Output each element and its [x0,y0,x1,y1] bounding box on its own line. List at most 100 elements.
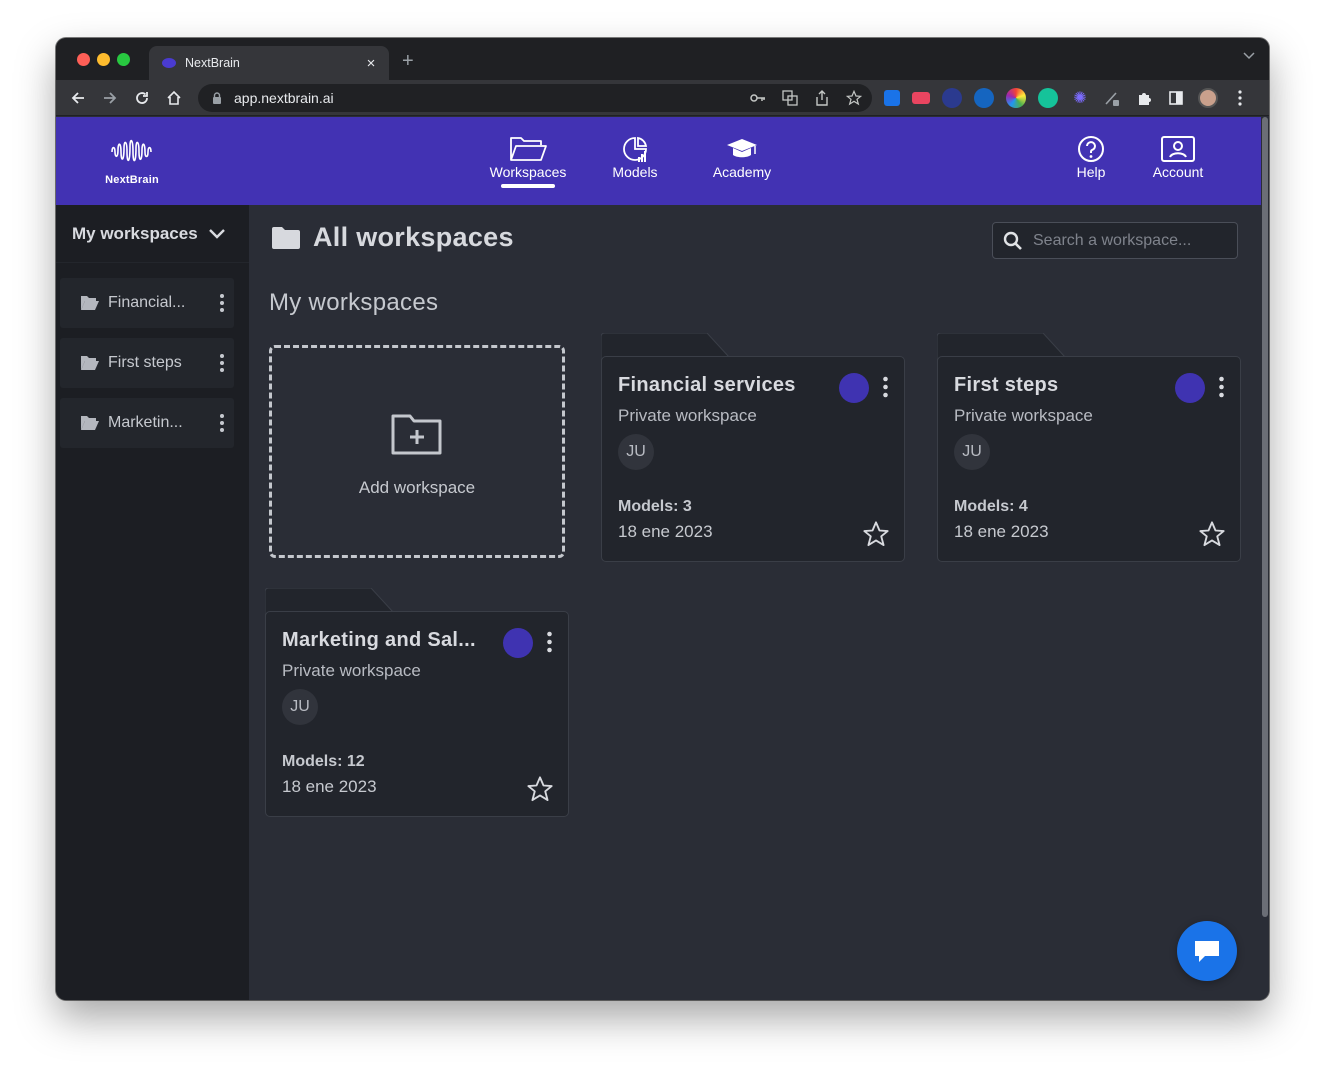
bookmark-star-icon[interactable] [844,89,864,107]
side-panel-icon[interactable] [1166,88,1186,108]
active-nav-indicator [501,184,555,188]
nav-account[interactable]: Account [1146,135,1210,180]
sidebar-item-label: Marketin... [108,414,183,431]
section-title: My workspaces [269,289,439,316]
chat-bubble-icon [1195,941,1219,962]
password-key-icon[interactable] [748,89,768,107]
extension-c-icon[interactable] [974,88,994,108]
extension-grammarly-icon[interactable] [1038,88,1058,108]
workspace-card[interactable]: First steps Private workspace JU Models:… [937,333,1241,563]
reload-icon[interactable] [131,87,153,109]
tab-search-chevron-icon[interactable] [1243,52,1255,60]
card-subtitle: Private workspace [282,661,421,680]
page-scrollbar[interactable] [1261,117,1269,1000]
tab-title: NextBrain [185,56,240,70]
main-content: All workspaces My workspaces Add workspa… [249,205,1261,1000]
nav-account-label: Account [1152,164,1204,180]
card-date: 18 ene 2023 [618,522,713,541]
chat-support-button[interactable] [1177,921,1237,981]
search-input[interactable] [1033,231,1223,250]
card-date: 18 ene 2023 [954,522,1049,541]
nextbrain-logo[interactable]: NextBrain [104,137,160,186]
search-box[interactable] [992,222,1238,259]
avatar: JU [618,434,654,470]
workspace-card[interactable]: Financial services Private workspace JU … [601,333,905,563]
more-options-icon[interactable] [1216,376,1226,400]
translate-icon[interactable] [780,89,800,107]
workspace-color-dot [839,373,869,403]
nav-academy[interactable]: Academy [704,135,780,180]
account-card-icon [1161,136,1195,162]
scrollbar-thumb[interactable] [1262,117,1268,917]
minimize-window-button[interactable] [97,53,110,66]
nav-models-label: Models [612,164,658,180]
card-models-count: Models: 12 [282,753,365,770]
close-window-button[interactable] [77,53,90,66]
extension-gear-icon[interactable]: ✺ [1070,88,1090,108]
favorite-star-icon[interactable] [862,520,890,548]
sidebar-workspaces-toggle[interactable]: My workspaces [56,205,249,263]
workspace-card[interactable]: Marketing and Sal... Private workspace J… [265,588,569,818]
nav-help-label: Help [1076,164,1106,180]
browser-tab[interactable]: NextBrain × [149,46,389,80]
extension-alien-icon[interactable] [942,88,962,108]
profile-avatar[interactable] [1198,88,1218,108]
pie-chart-icon [623,136,648,162]
more-options-icon[interactable] [210,293,234,313]
forward-icon[interactable] [99,87,121,109]
sidebar-item-marketing[interactable]: Marketin... [60,398,234,448]
extension-color-ring-icon[interactable] [1006,88,1026,108]
help-question-icon [1078,136,1104,162]
more-options-icon[interactable] [210,413,234,433]
more-options-icon[interactable] [544,631,554,655]
sidebar-item-first-steps[interactable]: First steps [60,338,234,388]
browser-window: NextBrain × + app.nextbrain.ai ✺ NextBra… [56,38,1269,1000]
card-title: Financial services [618,374,796,396]
workspace-color-dot [1175,373,1205,403]
home-icon[interactable] [163,87,185,109]
extension-pen-icon[interactable] [1102,88,1122,108]
sidebar-item-financial[interactable]: Financial... [60,278,234,328]
extension-outlook-icon[interactable] [884,90,900,106]
back-icon[interactable] [67,87,89,109]
folder-open-icon [81,416,99,430]
sidebar-title: My workspaces [72,223,198,243]
chevron-down-icon [208,228,225,239]
favorite-star-icon[interactable] [526,775,554,803]
card-title: First steps [954,374,1059,396]
card-subtitle: Private workspace [954,406,1093,425]
address-bar[interactable]: app.nextbrain.ai [198,84,872,112]
page-title: All workspaces [271,222,514,253]
avatar: JU [954,434,990,470]
graduation-cap-icon [727,139,757,158]
sidebar-item-label: First steps [108,354,182,371]
add-workspace-button[interactable]: Add workspace [269,345,565,558]
card-date: 18 ene 2023 [282,777,377,796]
more-options-icon[interactable] [880,376,890,400]
page-title-text: All workspaces [313,222,514,252]
nav-help[interactable]: Help [1068,135,1114,180]
nav-workspaces[interactable]: Workspaces [484,135,572,188]
sidebar: My workspaces Financial... First steps M… [56,205,249,1000]
extensions-puzzle-icon[interactable] [1134,88,1154,108]
avatar: JU [282,689,318,725]
nav-models[interactable]: Models [604,135,666,180]
workspace-color-dot [503,628,533,658]
tab-close-icon[interactable]: × [363,55,379,72]
browser-menu-icon[interactable] [1230,88,1250,108]
new-tab-button[interactable]: + [402,50,414,73]
app-header: NextBrain Workspaces Models Academy Help [56,117,1261,205]
folder-plus-icon [391,414,442,454]
extension-record-icon[interactable] [912,92,930,104]
folder-open-icon [81,356,99,370]
brain-wave-logo-icon [111,139,152,162]
browser-toolbar: app.nextbrain.ai ✺ [56,80,1269,116]
share-icon[interactable] [812,89,832,107]
more-options-icon[interactable] [210,353,234,373]
card-models-count: Models: 3 [618,498,692,515]
maximize-window-button[interactable] [117,53,130,66]
logo-text: NextBrain [105,174,159,186]
favorite-star-icon[interactable] [1198,520,1226,548]
folder-open-icon [510,137,547,161]
card-title: Marketing and Sal... [282,629,476,651]
